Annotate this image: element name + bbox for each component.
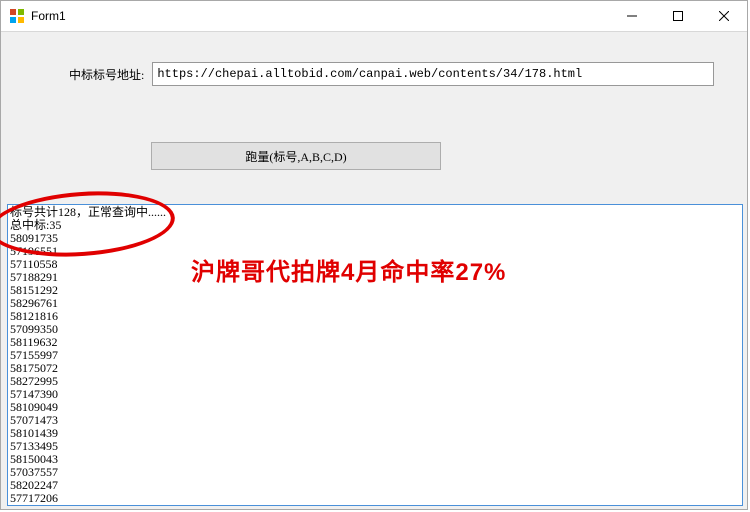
app-icon	[9, 8, 25, 24]
minimize-button[interactable]	[609, 1, 655, 31]
maximize-button[interactable]	[655, 1, 701, 31]
url-label: 中标标号地址:	[69, 66, 144, 83]
window-title: Form1	[31, 9, 66, 23]
url-input[interactable]	[152, 62, 714, 86]
titlebar[interactable]: Form1	[1, 1, 747, 32]
close-icon	[719, 11, 729, 21]
output-text: 标号共计128，正常查询中...... 总中标:35 58091735 5719…	[8, 205, 742, 506]
app-window: Form1 中标标号地址: 跑量(标号,A,B,C,D) 标号共计128，正常查…	[0, 0, 748, 510]
run-button[interactable]: 跑量(标号,A,B,C,D)	[151, 142, 441, 170]
url-row: 中标标号地址:	[69, 62, 714, 86]
output-box[interactable]: 标号共计128，正常查询中...... 总中标:35 58091735 5719…	[7, 204, 743, 506]
minimize-icon	[627, 11, 637, 21]
maximize-icon	[673, 11, 683, 21]
client-area: 中标标号地址: 跑量(标号,A,B,C,D) 标号共计128，正常查询中....…	[1, 32, 747, 509]
close-button[interactable]	[701, 1, 747, 31]
